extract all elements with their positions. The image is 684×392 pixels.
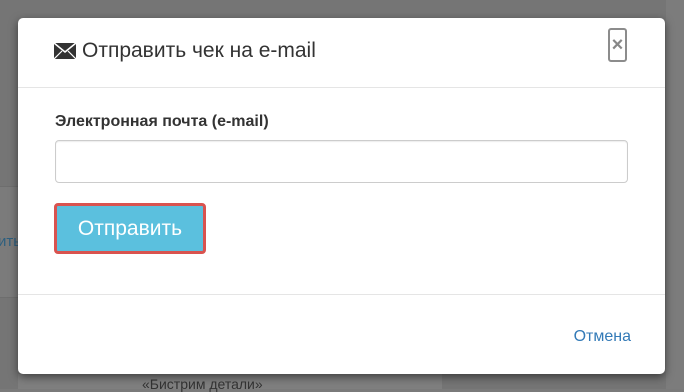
background-right-edge (666, 0, 684, 389)
envelope-icon (54, 43, 76, 59)
close-button[interactable]: × (608, 28, 627, 62)
cancel-link[interactable]: Отмена (574, 328, 631, 346)
email-label: Электронная почта (e-mail) (55, 113, 269, 130)
email-field[interactable] (55, 140, 628, 183)
submit-button[interactable]: Отправить (54, 203, 206, 254)
dialog-title-text: Отправить чек на e-mail (82, 39, 316, 62)
background-text-fragment: «Бистрим детали» (142, 376, 263, 392)
close-icon: × (611, 34, 624, 56)
send-receipt-dialog: Отправить чек на e-mail × Электронная по… (18, 18, 665, 374)
dialog-header: Отправить чек на e-mail × (18, 18, 665, 88)
dialog-title: Отправить чек на e-mail (54, 39, 316, 63)
dialog-footer: Отмена (18, 294, 665, 374)
